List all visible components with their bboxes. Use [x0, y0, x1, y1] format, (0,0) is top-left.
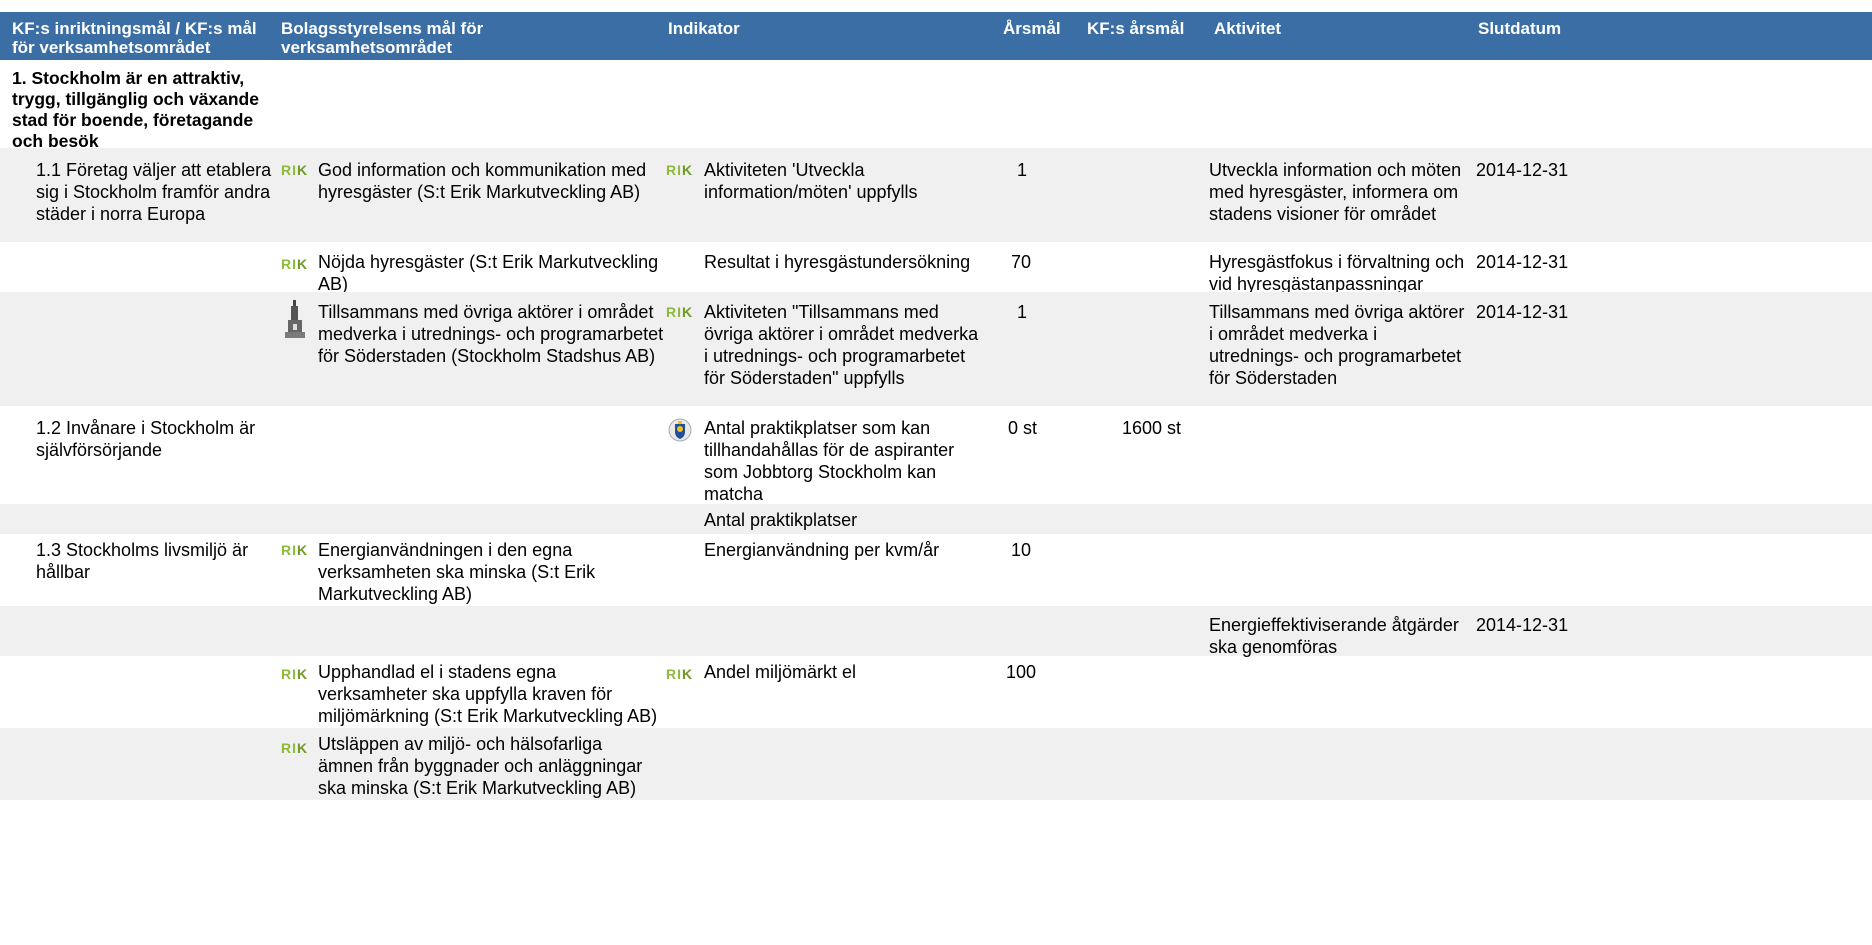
indicator: Aktiviteten 'Utveckla information/möten'… [704, 160, 918, 202]
indicator: Antal praktikplatser som kan tillhandahå… [704, 418, 955, 504]
table-row: RIK Upphandlad el i stadens egna verksam… [0, 656, 1872, 728]
end-date: 2014-12-31 [1476, 615, 1569, 635]
year-target: 1 [1017, 302, 1028, 322]
table-row: 1.1 Företag väljer att etablera sig i St… [0, 148, 1872, 242]
header-board-goal: Bolagsstyrelsens mål för verksamhetsområ… [281, 19, 484, 57]
header-activity: Aktivitet [1214, 19, 1282, 38]
board-goal: God information och kommunikation med hy… [318, 160, 647, 202]
kf-year-target: 1600 st [1122, 418, 1182, 438]
table-row: 1.2 Invånare i Stockholm är självförsörj… [0, 406, 1872, 504]
end-date: 2014-12-31 [1476, 252, 1569, 272]
rik-logo-icon: RIK [666, 666, 694, 682]
table-row: Energieffektiviserande åtgärder ska geno… [0, 606, 1872, 657]
rik-logo-icon: RIK [281, 542, 309, 558]
year-target: 0 st [1008, 418, 1038, 438]
table-row: 1.3 Stockholms livsmiljö är hållbar RIK … [0, 534, 1872, 606]
activity: Tillsammans med övriga aktörer i området… [1209, 302, 1465, 388]
section-title: 1. Stockholm är en attraktiv, trygg, til… [12, 68, 259, 151]
header-kf-year-target: KF:s årsmål [1087, 19, 1185, 38]
stadshus-icon [285, 300, 305, 338]
rik-logo-icon: RIK [281, 666, 309, 682]
header-end-date: Slutdatum [1478, 19, 1562, 38]
rik-logo-icon: RIK [281, 162, 309, 178]
year-target: 1 [1017, 160, 1028, 180]
table-row: Tillsammans med övriga aktörer i området… [0, 292, 1872, 406]
year-target: 10 [1011, 540, 1032, 560]
table-header: KF:s inriktningsmål / KF:s mål för verks… [0, 12, 1872, 60]
indicator: Antal praktikplatser [704, 510, 858, 530]
kf-goal: 1.2 Invånare i Stockholm är självförsörj… [36, 418, 256, 460]
kf-goal: 1.3 Stockholms livsmiljö är hållbar [36, 540, 249, 582]
rik-logo-icon: RIK [281, 256, 309, 272]
year-target: 70 [1011, 252, 1032, 272]
rik-logo-icon: RIK [666, 162, 694, 178]
board-goal: Nöjda hyresgäster (S:t Erik Markutveckli… [318, 252, 659, 294]
rik-logo-icon: RIK [281, 740, 309, 756]
indicator: Andel miljömärkt el [704, 662, 857, 682]
rik-logo-icon: RIK [666, 304, 694, 320]
end-date: 2014-12-31 [1476, 160, 1569, 180]
section-row: 1. Stockholm är en attraktiv, trygg, til… [0, 60, 1872, 151]
year-target: 100 [1006, 662, 1037, 682]
indicator: Resultat i hyresgästundersökning [704, 252, 971, 272]
indicator: Aktiviteten "Tillsammans med övriga aktö… [704, 302, 979, 388]
indicator: Energianvändning per kvm/år [704, 540, 940, 560]
goals-table: KF:s inriktningsmål / KF:s mål för verks… [0, 0, 1872, 945]
end-date: 2014-12-31 [1476, 302, 1569, 322]
header-year-target: Årsmål [1003, 19, 1061, 38]
table-row: Antal praktikplatser [0, 504, 1872, 534]
kf-goal: 1.1 Företag väljer att etablera sig i St… [36, 160, 272, 224]
stockholm-crest-icon [668, 418, 692, 442]
activity: Energieffektiviserande åtgärder ska geno… [1209, 615, 1459, 657]
header-kf-goal: KF:s inriktningsmål / KF:s mål för verks… [12, 19, 257, 57]
board-goal: Utsläppen av miljö- och hälsofarliga ämn… [318, 734, 643, 798]
board-goal: Tillsammans med övriga aktörer i området… [318, 302, 664, 366]
activity: Utveckla information och möten med hyres… [1209, 160, 1462, 224]
header-indicator: Indikator [668, 19, 740, 38]
board-goal: Upphandlad el i stadens egna verksamhete… [318, 662, 658, 726]
board-goal: Energianvändningen i den egna verksamhet… [318, 540, 596, 604]
table-row: RIK Utsläppen av miljö- och hälsofarliga… [0, 728, 1872, 800]
table-row: RIK Nöjda hyresgäster (S:t Erik Markutve… [0, 242, 1872, 294]
activity: Hyresgästfokus i förvaltning och vid hyr… [1209, 252, 1465, 294]
